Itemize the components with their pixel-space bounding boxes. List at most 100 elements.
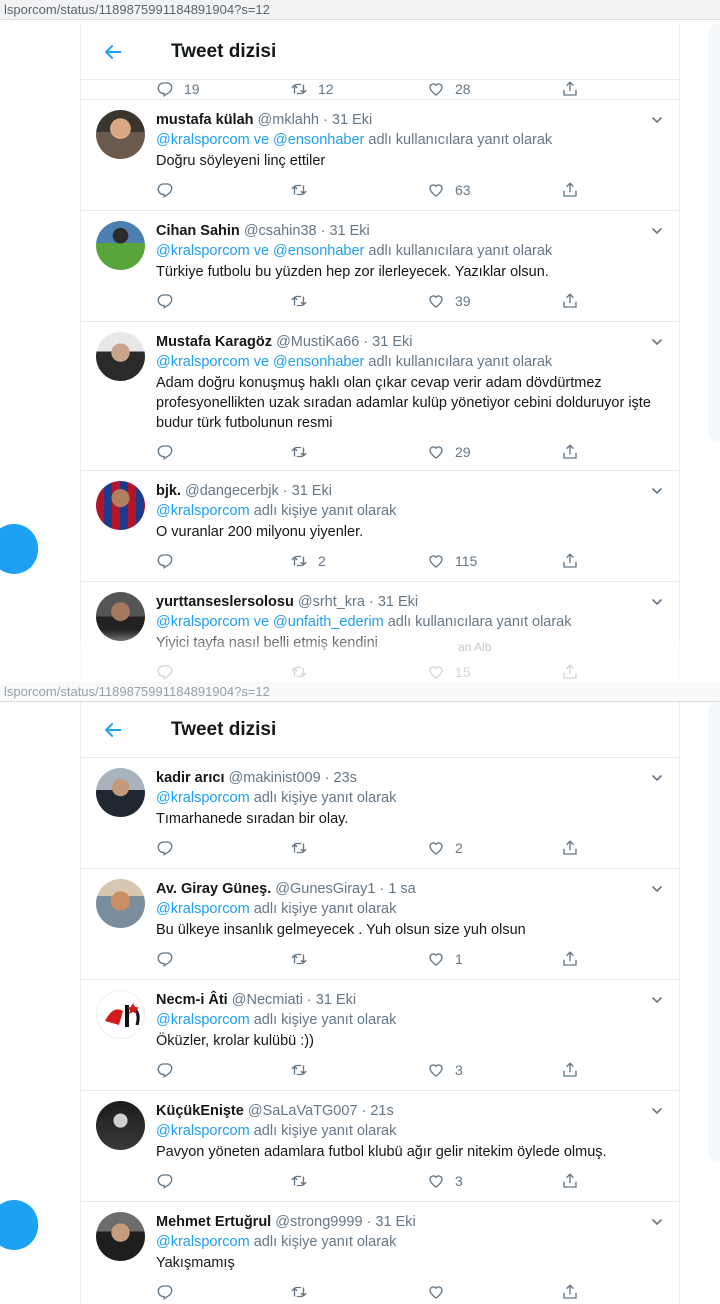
author-handle[interactable]: @strong9999 xyxy=(275,1214,362,1230)
like-button[interactable]: 2 xyxy=(427,839,561,857)
tweet[interactable]: Av. Giray Güneş. @GunesGiray1 · 1 sa @kr… xyxy=(81,869,679,980)
share-button[interactable] xyxy=(561,839,579,857)
author-name[interactable]: bjk. xyxy=(156,483,181,499)
author-name[interactable]: yurttanseslersolosu xyxy=(156,594,294,610)
mention-link[interactable]: @kralsporcom ve @ensonhaber xyxy=(156,243,364,259)
retweet-button[interactable] xyxy=(290,1172,427,1190)
mention-link[interactable]: @kralsporcom xyxy=(156,1012,250,1028)
share-button[interactable] xyxy=(561,1172,579,1190)
tweet[interactable]: Mehmet Ertuğrul @strong9999 · 31 Eki @kr… xyxy=(81,1202,679,1304)
share-button[interactable] xyxy=(561,181,579,199)
tweet[interactable]: Necm-i Âti @Necmiati · 31 Eki @kralsporc… xyxy=(81,980,679,1091)
mention-link[interactable]: @kralsporcom ve @ensonhaber xyxy=(156,354,364,370)
tweet-date[interactable]: · 31 Eki xyxy=(363,334,412,350)
tweet-date[interactable]: · 21s xyxy=(361,1103,393,1119)
chevron-down-icon[interactable] xyxy=(651,1105,663,1117)
retweet-button[interactable]: 12 xyxy=(290,80,427,98)
back-arrow-icon[interactable] xyxy=(101,718,125,742)
author-name[interactable]: Necm-i Âti xyxy=(156,992,228,1008)
reply-button[interactable] xyxy=(156,1061,290,1079)
chevron-down-icon[interactable] xyxy=(651,772,663,784)
avatar[interactable] xyxy=(96,990,145,1039)
avatar[interactable] xyxy=(96,879,145,928)
chevron-down-icon[interactable] xyxy=(651,225,663,237)
reply-button[interactable] xyxy=(156,181,290,199)
mention-link[interactable]: @kralsporcom xyxy=(156,790,250,806)
chevron-down-icon[interactable] xyxy=(651,114,663,126)
reply-button[interactable] xyxy=(156,839,290,857)
author-name[interactable]: Av. Giray Güneş. xyxy=(156,881,271,897)
author-name[interactable]: KüçükEnişte xyxy=(156,1103,244,1119)
tweet[interactable]: Mustafa Karagöz @MustiKa66 · 31 Eki @kra… xyxy=(81,322,679,471)
retweet-button[interactable] xyxy=(290,839,427,857)
share-button[interactable] xyxy=(561,292,579,310)
retweet-button[interactable] xyxy=(290,950,427,968)
chevron-down-icon[interactable] xyxy=(651,485,663,497)
tweet-date[interactable]: · 31 Eki xyxy=(283,483,332,499)
reply-button[interactable] xyxy=(156,950,290,968)
retweet-button[interactable] xyxy=(290,663,427,681)
reply-button[interactable] xyxy=(156,1283,290,1301)
share-button[interactable] xyxy=(561,552,579,570)
author-handle[interactable]: @Necmiati xyxy=(232,992,303,1008)
address-bar[interactable]: lsporcom/status/1189875991184891904?s=12 xyxy=(0,682,720,702)
tweet-date[interactable]: · 31 Eki xyxy=(307,992,356,1008)
reply-button[interactable]: 19 xyxy=(156,80,290,98)
retweet-button[interactable] xyxy=(290,1061,427,1079)
tweet[interactable]: Cihan Sahin @csahin38 · 31 Eki @kralspor… xyxy=(81,211,679,322)
tweet-date[interactable]: · 31 Eki xyxy=(369,594,418,610)
author-handle[interactable]: @MustiKa66 xyxy=(276,334,359,350)
like-button[interactable]: 115 xyxy=(427,552,561,570)
tweet-fab-button[interactable] xyxy=(0,1200,38,1250)
chevron-down-icon[interactable] xyxy=(651,1216,663,1228)
avatar[interactable] xyxy=(96,481,145,530)
author-name[interactable]: mustafa külah xyxy=(156,112,254,128)
reply-button[interactable] xyxy=(156,552,290,570)
share-button[interactable] xyxy=(561,1061,579,1079)
tweet[interactable]: mustafa külah @mklahh · 31 Eki @kralspor… xyxy=(81,100,679,211)
retweet-button[interactable]: 2 xyxy=(290,552,427,570)
mention-link[interactable]: @kralsporcom xyxy=(156,1234,250,1250)
tweet[interactable]: yurttanseslersolosu @srht_kra · 31 Eki @… xyxy=(81,582,679,682)
author-name[interactable]: Mustafa Karagöz xyxy=(156,334,272,350)
chevron-down-icon[interactable] xyxy=(651,336,663,348)
author-name[interactable]: kadir arıcı xyxy=(156,770,225,786)
chevron-down-icon[interactable] xyxy=(651,883,663,895)
chevron-down-icon[interactable] xyxy=(651,596,663,608)
reply-button[interactable] xyxy=(156,663,290,681)
author-name[interactable]: Mehmet Ertuğrul xyxy=(156,1214,271,1230)
author-handle[interactable]: @csahin38 xyxy=(244,223,317,239)
reply-button[interactable] xyxy=(156,292,290,310)
mention-link[interactable]: @kralsporcom ve @ensonhaber xyxy=(156,132,364,148)
share-button[interactable] xyxy=(561,950,579,968)
back-arrow-icon[interactable] xyxy=(101,40,125,64)
avatar[interactable] xyxy=(96,1101,145,1150)
retweet-button[interactable] xyxy=(290,181,427,199)
like-button[interactable]: 3 xyxy=(427,1061,561,1079)
tweet[interactable]: kadir arıcı @makinist009 · 23s @kralspor… xyxy=(81,758,679,869)
retweet-button[interactable] xyxy=(290,292,427,310)
like-button[interactable]: 1 xyxy=(427,950,561,968)
tweet-date[interactable]: · 31 Eki xyxy=(367,1214,416,1230)
tweet-date[interactable]: · 1 sa xyxy=(379,881,415,897)
address-bar[interactable]: lsporcom/status/1189875991184891904?s=12 xyxy=(0,0,720,20)
chevron-down-icon[interactable] xyxy=(651,994,663,1006)
avatar[interactable] xyxy=(96,221,145,270)
avatar[interactable] xyxy=(96,110,145,159)
reply-button[interactable] xyxy=(156,1172,290,1190)
author-handle[interactable]: @mklahh xyxy=(258,112,319,128)
tweet-date[interactable]: · 31 Eki xyxy=(321,223,370,239)
share-button[interactable] xyxy=(561,1283,579,1301)
like-button[interactable]: 3 xyxy=(427,1172,561,1190)
author-handle[interactable]: @makinist009 xyxy=(229,770,321,786)
share-button[interactable] xyxy=(561,80,579,98)
like-button[interactable]: 15 xyxy=(427,663,561,681)
mention-link[interactable]: @kralsporcom xyxy=(156,503,250,519)
like-button[interactable]: 39 xyxy=(427,292,561,310)
author-handle[interactable]: @dangecerbjk xyxy=(185,483,279,499)
share-button[interactable] xyxy=(561,443,579,461)
avatar[interactable] xyxy=(96,592,145,641)
avatar[interactable] xyxy=(96,332,145,381)
author-name[interactable]: Cihan Sahin xyxy=(156,223,240,239)
author-handle[interactable]: @SaLaVaTG007 xyxy=(248,1103,358,1119)
